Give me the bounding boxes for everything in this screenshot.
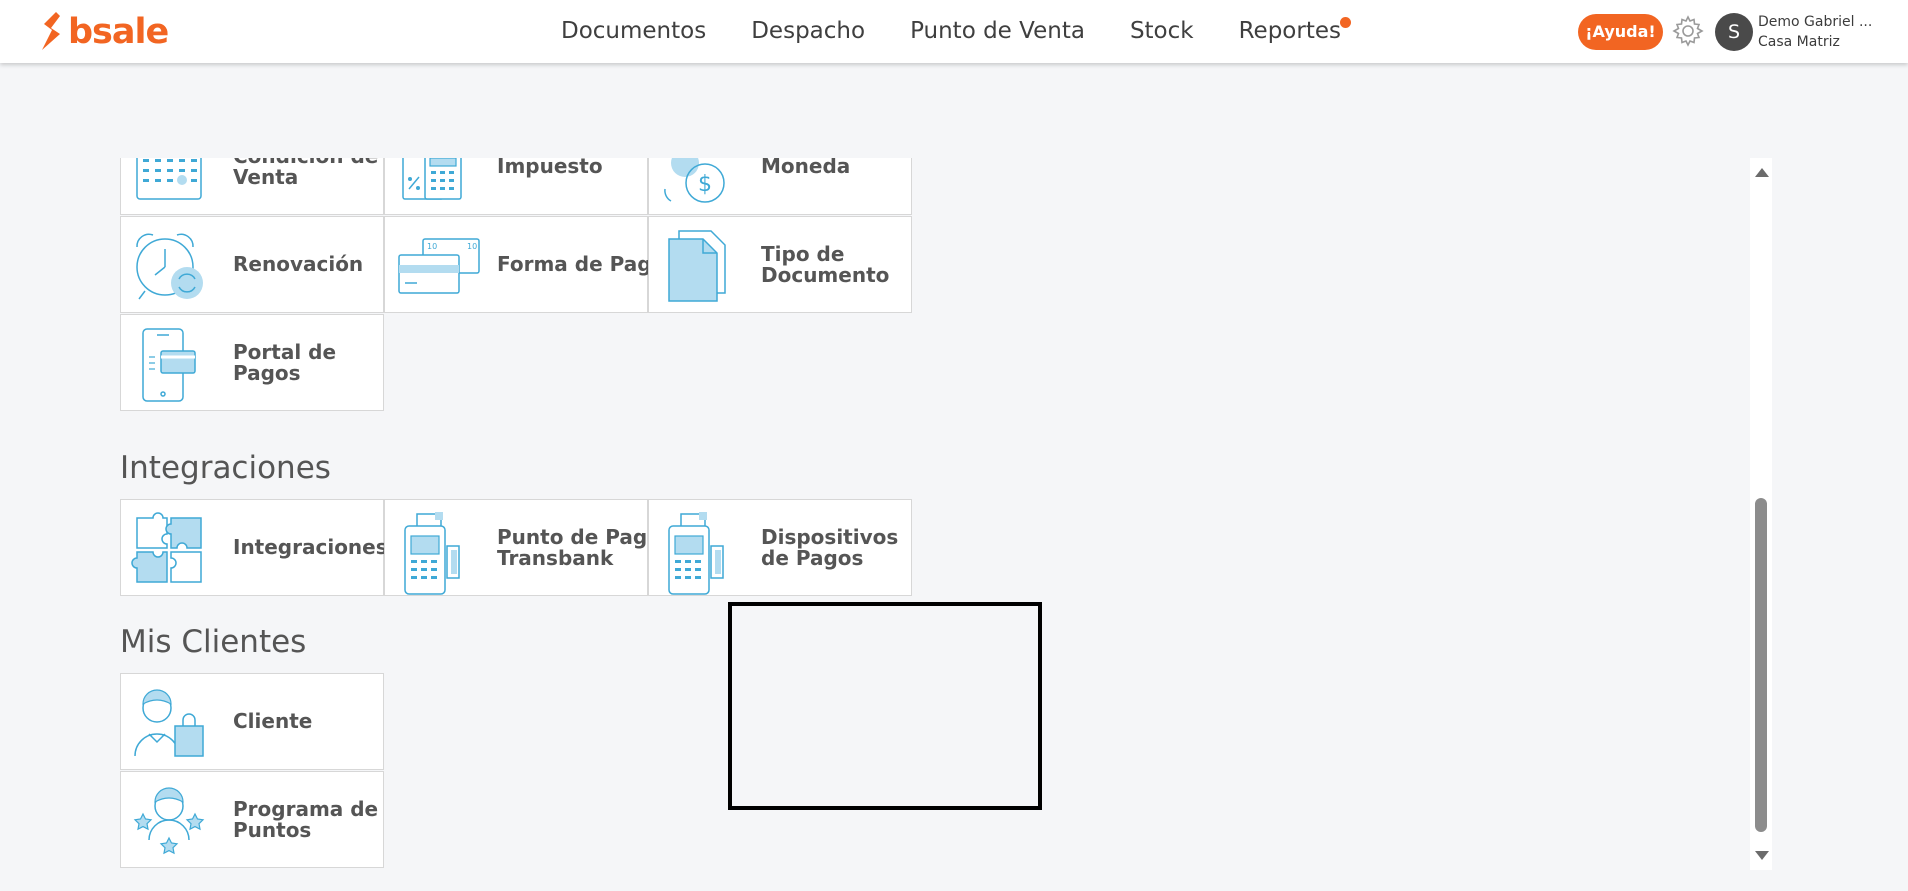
- loyalty-stars-icon: [133, 787, 205, 855]
- payment-cards-icon: 10 10: [398, 238, 480, 294]
- highlight-box: [728, 602, 1042, 810]
- tile-portal-de-pagos[interactable]: Portal de Pagos: [120, 314, 384, 411]
- tile-label: Dispositivos de Pagos: [761, 524, 899, 570]
- main-nav: Documentos Despacho Punto de Venta Stock…: [561, 17, 1386, 44]
- user-branch: Casa Matriz: [1758, 34, 1840, 50]
- avatar[interactable]: S: [1715, 13, 1753, 51]
- tile-punto-de-pago-transbank[interactable]: Punto de Pago Transbank: [384, 499, 661, 596]
- top-navigation-bar: bsale Documentos Despacho Punto de Venta…: [0, 0, 1908, 63]
- gear-icon[interactable]: [1671, 14, 1705, 48]
- tile-label: Portal de Pagos: [233, 339, 337, 385]
- tile-integraciones[interactable]: Integraciones: [120, 499, 388, 596]
- customer-shopping-icon: [134, 689, 204, 757]
- tile-dispositivos-de-pagos[interactable]: Dispositivos de Pagos: [648, 499, 912, 596]
- tile-tipo-de-documento[interactable]: Tipo de Documento: [648, 216, 912, 313]
- nav-reportes[interactable]: Reportes: [1238, 17, 1351, 44]
- document-icon: [668, 230, 726, 302]
- tile-impuesto[interactable]: Impuesto: [384, 158, 648, 215]
- nav-despacho[interactable]: Despacho: [751, 18, 865, 44]
- tile-renovacion[interactable]: Renovación: [120, 216, 384, 313]
- pos-terminal-icon: [404, 512, 460, 595]
- tile-moneda[interactable]: $ Moneda: [648, 158, 912, 215]
- tax-calculator-icon: [402, 158, 462, 200]
- nav-punto-de-venta[interactable]: Punto de Venta: [910, 18, 1085, 44]
- currency-exchange-icon: $: [664, 158, 725, 203]
- tile-label: Cliente: [233, 709, 313, 733]
- bsale-logo[interactable]: bsale: [38, 10, 169, 54]
- svg-text:$: $: [698, 172, 712, 197]
- section-title-integraciones: Integraciones: [120, 450, 331, 486]
- tile-label: Programa de Puntos: [233, 796, 379, 842]
- tile-programa-de-puntos[interactable]: Programa de Puntos: [120, 771, 384, 868]
- svg-text:10: 10: [427, 242, 437, 251]
- tile-label: Tipo de Documento: [761, 241, 890, 287]
- mobile-payment-icon: [142, 328, 196, 402]
- scroll-down-arrow-icon[interactable]: [1755, 851, 1769, 860]
- tile-condicion-de-venta[interactable]: Condición deVenta: [120, 158, 384, 215]
- logo-text: bsale: [68, 12, 169, 52]
- user-menu[interactable]: Demo Gabriel ... Casa Matriz: [1758, 12, 1872, 52]
- alarm-clock-refresh-icon: [136, 233, 203, 300]
- vertical-scrollbar[interactable]: [1750, 158, 1772, 870]
- section-title-mis-clientes: Mis Clientes: [120, 624, 307, 660]
- help-button[interactable]: ¡Ayuda!: [1578, 14, 1663, 50]
- nav-reportes-label: Reportes: [1238, 18, 1341, 44]
- scroll-up-arrow-icon[interactable]: [1755, 168, 1769, 177]
- svg-text:10: 10: [467, 242, 477, 251]
- pos-terminal-icon: [668, 512, 724, 595]
- notification-dot: [1339, 17, 1351, 28]
- calendar-icon: [136, 158, 202, 200]
- nav-documentos[interactable]: Documentos: [561, 18, 706, 44]
- nav-stock[interactable]: Stock: [1130, 18, 1194, 44]
- tile-forma-de-pago[interactable]: 10 10 Forma de Pago: [384, 216, 665, 313]
- bsale-logo-icon: [42, 12, 60, 50]
- tile-label: Moneda: [761, 158, 851, 178]
- scroll-thumb[interactable]: [1755, 498, 1767, 832]
- puzzle-icon: [131, 512, 202, 583]
- tile-cliente[interactable]: Cliente: [120, 673, 384, 770]
- settings-content: Condición deVenta Impuesto: [100, 158, 1770, 891]
- user-name: Demo Gabriel ...: [1758, 14, 1873, 30]
